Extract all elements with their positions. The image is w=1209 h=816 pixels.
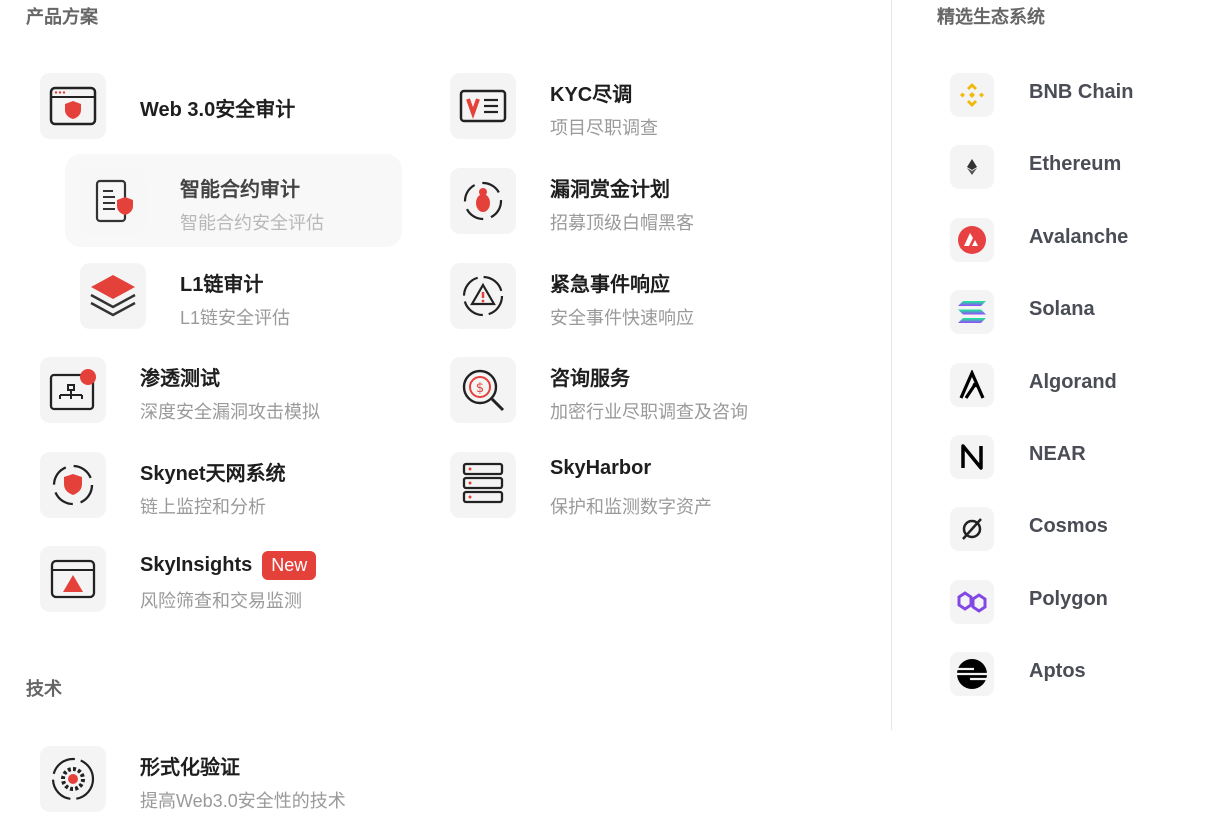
eco-near[interactable]: NEAR xyxy=(950,435,1190,479)
product-pentest[interactable]: 渗透测试 深度安全漏洞攻击模拟 xyxy=(40,357,400,427)
product-subtitle: L1链安全评估 xyxy=(180,308,291,328)
polygon-icon xyxy=(950,580,994,624)
ethereum-icon xyxy=(950,145,994,189)
network-gear-icon xyxy=(40,357,106,423)
product-subtitle: 智能合约安全评估 xyxy=(180,213,324,233)
product-subtitle: 保护和监测数字资产 xyxy=(550,497,712,517)
gear-cycle-icon xyxy=(40,746,106,812)
product-skyinsights[interactable]: SkyInsights New 风险筛查和交易监测 xyxy=(40,546,400,616)
eco-ethereum[interactable]: Ethereum xyxy=(950,145,1190,189)
eco-label: Aptos xyxy=(1029,660,1086,682)
eco-label: BNB Chain xyxy=(1029,81,1134,103)
alert-cycle-icon xyxy=(450,263,516,329)
eco-label: Ethereum xyxy=(1029,153,1122,175)
section-title-tech: 技术 xyxy=(26,679,62,699)
solana-icon xyxy=(950,290,994,334)
product-bug-bounty[interactable]: 漏洞赏金计划 招募顶级白帽黑客 xyxy=(450,168,810,238)
product-smart-contract-audit[interactable]: 智能合约审计 智能合约安全评估 xyxy=(80,168,440,238)
product-consulting[interactable]: $ 咨询服务 加密行业尽职调查及咨询 xyxy=(450,357,810,427)
product-title-text: SkyInsights xyxy=(140,554,253,576)
algorand-icon xyxy=(950,363,994,407)
bnb-icon xyxy=(950,73,994,117)
product-title: SkyInsights New xyxy=(140,551,317,580)
avalanche-icon xyxy=(950,218,994,262)
window-warning-icon xyxy=(40,546,106,612)
section-title-products: 产品方案 xyxy=(26,7,98,27)
product-skyharbor[interactable]: SkyHarbor 保护和监测数字资产 xyxy=(450,452,810,522)
browser-shield-icon xyxy=(40,73,106,139)
bug-target-icon xyxy=(450,168,516,234)
server-stack-icon xyxy=(450,452,516,518)
tech-formal-verification[interactable]: 形式化验证 提高Web3.0安全性的技术 xyxy=(40,746,400,816)
eco-label: Cosmos xyxy=(1029,515,1108,537)
product-l1-audit[interactable]: L1链审计 L1链安全评估 xyxy=(80,263,440,333)
product-incident-response[interactable]: 紧急事件响应 安全事件快速响应 xyxy=(450,263,810,333)
product-title: 咨询服务 xyxy=(550,368,630,390)
section-title-ecosystems: 精选生态系统 xyxy=(937,7,1045,27)
product-subtitle: 安全事件快速响应 xyxy=(550,308,694,328)
product-title: SkyHarbor xyxy=(550,457,652,479)
eco-algorand[interactable]: Algorand xyxy=(950,363,1190,407)
id-card-icon xyxy=(450,73,516,139)
eco-aptos[interactable]: Aptos xyxy=(950,652,1190,696)
layers-icon xyxy=(80,263,146,329)
eco-cosmos[interactable]: Cosmos xyxy=(950,507,1190,551)
product-subtitle: 风险筛查和交易监测 xyxy=(140,591,302,611)
product-title: 智能合约审计 xyxy=(180,179,300,201)
column-divider xyxy=(891,0,892,730)
svg-text:$: $ xyxy=(476,381,484,396)
eco-label: Solana xyxy=(1029,298,1095,320)
new-badge: New xyxy=(262,551,317,580)
eco-solana[interactable]: Solana xyxy=(950,290,1190,334)
product-kyc[interactable]: KYC尽调 项目尽职调查 xyxy=(450,73,810,143)
product-title: KYC尽调 xyxy=(550,84,633,106)
product-title: 紧急事件响应 xyxy=(550,274,670,296)
product-title: L1链审计 xyxy=(180,274,264,296)
product-title: 漏洞赏金计划 xyxy=(550,179,670,201)
eco-avalanche[interactable]: Avalanche xyxy=(950,218,1190,262)
target-shield-icon xyxy=(40,452,106,518)
product-title: 渗透测试 xyxy=(140,368,220,390)
product-subtitle: 深度安全漏洞攻击模拟 xyxy=(140,402,320,422)
eco-bnb-chain[interactable]: BNB Chain xyxy=(950,73,1190,117)
magnifier-dollar-icon: $ xyxy=(450,357,516,423)
product-subtitle: 招募顶级白帽黑客 xyxy=(550,213,694,233)
tech-subtitle: 提高Web3.0安全性的技术 xyxy=(140,791,346,811)
eco-label: Polygon xyxy=(1029,588,1108,610)
near-icon xyxy=(950,435,994,479)
product-skynet[interactable]: Skynet天网系统 链上监控和分析 xyxy=(40,452,400,522)
document-shield-icon xyxy=(80,168,146,234)
eco-label: NEAR xyxy=(1029,443,1086,465)
eco-label: Avalanche xyxy=(1029,226,1129,248)
product-title: Skynet天网系统 xyxy=(140,463,286,485)
tech-title: 形式化验证 xyxy=(140,757,240,779)
product-web3-audit[interactable]: Web 3.0安全审计 xyxy=(40,73,400,143)
product-title: Web 3.0安全审计 xyxy=(140,99,296,121)
eco-label: Algorand xyxy=(1029,371,1117,393)
aptos-icon xyxy=(950,652,994,696)
product-subtitle: 链上监控和分析 xyxy=(140,497,266,517)
product-subtitle: 加密行业尽职调查及咨询 xyxy=(550,402,748,422)
product-subtitle: 项目尽职调查 xyxy=(550,118,658,138)
cosmos-icon xyxy=(950,507,994,551)
eco-polygon[interactable]: Polygon xyxy=(950,580,1190,624)
